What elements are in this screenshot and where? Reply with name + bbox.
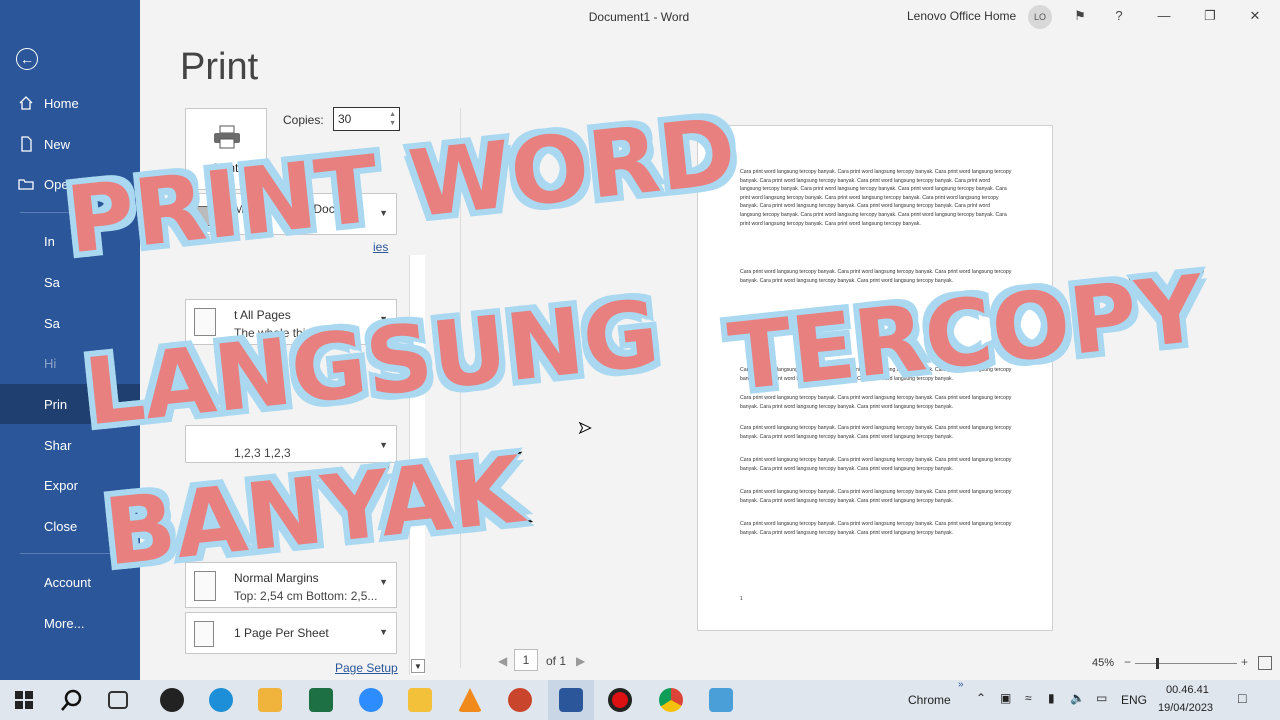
avatar[interactable]: LO (1028, 5, 1052, 29)
back-arrow-icon[interactable]: ← (16, 48, 38, 70)
margins-sub: Top: 2,54 cm Bottom: 2,5... (234, 589, 378, 603)
restore-icon[interactable]: ❐ (1201, 8, 1219, 26)
nav-share-label: Shar (44, 437, 72, 453)
media-player-icon[interactable] (258, 688, 282, 712)
zoom-slider[interactable] (1135, 663, 1237, 664)
nav-export-label: Expor (44, 477, 78, 493)
windows-start-icon[interactable] (14, 690, 34, 710)
word-taskbar-active[interactable] (548, 680, 594, 720)
preview-paragraph: Cara print word langsung tercopy banyak.… (740, 521, 1012, 536)
word-icon (559, 688, 583, 712)
zoom-out-icon[interactable]: − (1124, 655, 1131, 669)
wifi-icon[interactable]: ≈ (1025, 691, 1032, 705)
nav-home-label: Home (44, 95, 79, 111)
clock-date[interactable]: 19/04/2023 (1158, 702, 1213, 714)
pages-per-sheet-select[interactable]: 1 Page Per Sheet ▼ (185, 612, 397, 654)
mic-icon[interactable]: ▮ (1048, 691, 1055, 705)
page-title: Print (180, 46, 259, 88)
nav-history-label: Hi (44, 355, 57, 371)
nav-home[interactable]: Home (0, 83, 140, 123)
margins-title: Normal Margins (234, 571, 319, 585)
zoom-slider-thumb[interactable] (1156, 658, 1159, 669)
page-count: of 1 (546, 654, 567, 668)
meet-icon[interactable]: ▣ (1000, 691, 1011, 705)
preview-paragraph: Cara print word langsung tercopy banyak.… (740, 457, 1012, 472)
preview-paragraph: Cara print word langsung tercopy banyak.… (740, 425, 1012, 440)
battery-icon[interactable]: ▭ (1096, 691, 1107, 705)
volume-icon[interactable]: 🔈 (1070, 691, 1085, 705)
taskbar: Chrome » ⌃ ▣ ≈ ▮ 🔈 ▭ ENG 00.46.41 19/04/… (0, 679, 1280, 720)
current-page-input[interactable]: 1 (514, 649, 538, 671)
app-icon-recorder[interactable] (160, 688, 184, 712)
vlc-icon[interactable] (458, 688, 482, 712)
help-icon[interactable]: ? (1110, 8, 1128, 26)
copies-label: Copies: (283, 113, 324, 127)
powerpoint-icon[interactable] (508, 688, 532, 712)
scroll-down-icon[interactable]: ▼ (411, 659, 425, 673)
home-icon (19, 96, 33, 110)
file-explorer-icon[interactable] (408, 688, 432, 712)
remote-desktop-icon[interactable] (709, 688, 733, 712)
search-icon[interactable] (60, 688, 84, 712)
printer-icon (214, 125, 240, 149)
excel-icon[interactable] (309, 688, 333, 712)
nav-separator (20, 553, 120, 554)
per-sheet-label: 1 Page Per Sheet (234, 626, 329, 640)
zoom-app-icon[interactable] (359, 688, 383, 712)
tray-app-label[interactable]: Chrome (908, 693, 951, 707)
zoom-in-icon[interactable]: + (1241, 655, 1248, 669)
prev-page-icon[interactable]: ◀ (498, 654, 507, 668)
chevrons-icon[interactable]: » (958, 679, 964, 690)
collate-sub: 1,2,3 1,2,3 (234, 446, 291, 460)
nav-save-as-label: Sa (44, 315, 60, 331)
preview-paragraph: Cara print word langsung tercopy banyak.… (740, 169, 1012, 227)
chevron-down-icon: ▼ (379, 627, 388, 637)
zoom-level[interactable]: 45% (1092, 657, 1114, 669)
copies-input[interactable]: 30 ▲ ▼ (333, 107, 400, 131)
new-doc-icon (21, 136, 32, 152)
chrome-icon[interactable] (659, 688, 683, 712)
nav-print-label: Prin (44, 396, 68, 412)
language-indicator[interactable]: ENG (1121, 693, 1147, 707)
next-page-icon[interactable]: ▶ (576, 654, 585, 668)
folder-icon (18, 179, 34, 190)
chevron-down-icon: ▼ (379, 440, 388, 450)
zoom-to-page-icon[interactable] (1258, 656, 1272, 670)
clock-time[interactable]: 00.46.41 (1166, 684, 1209, 696)
page-setup-link[interactable]: Page Setup (335, 661, 398, 675)
nav-save-label: Sa (44, 274, 60, 290)
preview-page-number: 1 (740, 596, 743, 602)
nav-account-label: Account (44, 574, 91, 590)
task-view-icon[interactable] (108, 691, 128, 709)
cursor-icon: ➤ (577, 420, 592, 438)
copies-value: 30 (338, 112, 352, 126)
nav-more[interactable]: More... (0, 603, 140, 643)
chevron-down-icon: ▼ (379, 577, 388, 587)
notification-icon[interactable]: □ (1238, 690, 1246, 706)
user-name[interactable]: Lenovo Office Home (907, 9, 1016, 23)
preview-paragraph: Cara print word langsung tercopy banyak.… (740, 489, 1012, 504)
minimize-icon[interactable]: — (1155, 8, 1173, 26)
chevron-up-icon[interactable]: ⌃ (976, 691, 986, 705)
nav-more-label: More... (44, 615, 85, 631)
nav-info-label: In (44, 233, 55, 249)
close-icon[interactable]: ✕ (1246, 8, 1264, 26)
edge-icon[interactable] (209, 688, 233, 712)
pages-per-sheet-icon (194, 621, 214, 647)
feedback-icon[interactable]: ⚑ (1071, 8, 1089, 26)
nav-close-label: Close (44, 518, 78, 534)
record-icon[interactable] (608, 688, 632, 712)
title-bar: Document1 - Word Lenovo Office Home LO ⚑… (140, 0, 1280, 34)
copies-spinner[interactable]: ▲ ▼ (389, 110, 396, 128)
nav-new[interactable]: New (0, 124, 140, 164)
nav-new-label: New (44, 136, 71, 152)
